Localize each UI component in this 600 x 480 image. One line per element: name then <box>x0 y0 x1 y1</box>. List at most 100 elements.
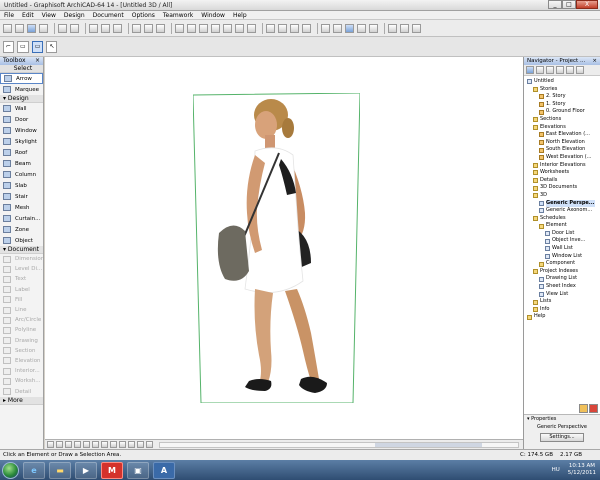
go-menu-icon[interactable] <box>388 23 397 33</box>
tree-item-stories[interactable]: Stories <box>524 86 600 94</box>
pencil-icon[interactable] <box>132 23 141 33</box>
layers-icon[interactable] <box>175 23 184 33</box>
view-options-icon[interactable] <box>146 441 153 448</box>
minimize-button[interactable]: _ <box>548 0 562 9</box>
tree-item-0-ground-floor[interactable]: 0. Ground Floor <box>524 108 600 116</box>
tree-item-1-story[interactable]: 1. Story <box>524 101 600 109</box>
tool-section[interactable]: Section <box>0 346 43 356</box>
m-app-icon[interactable]: M <box>101 461 123 479</box>
lock-icon[interactable] <box>278 23 287 33</box>
tree-item-window-list[interactable]: Window List <box>524 253 600 261</box>
tool-roof[interactable]: Roof <box>0 147 43 158</box>
tree-item-view-list[interactable]: View List <box>524 291 600 299</box>
tool-interior[interactable]: Interior... <box>0 366 43 376</box>
tool-mesh[interactable]: Mesh <box>0 202 43 213</box>
zoom-in-icon[interactable] <box>47 441 54 448</box>
tool-marquee[interactable]: Marquee <box>0 84 43 95</box>
explore-icon[interactable] <box>110 441 117 448</box>
palette-menu-icon[interactable] <box>576 66 584 74</box>
dolly-icon[interactable] <box>137 441 144 448</box>
orbit-icon[interactable] <box>101 441 108 448</box>
tool-slab[interactable]: Slab <box>0 180 43 191</box>
suspend-groups-icon[interactable] <box>266 23 275 33</box>
tree-item-generic-axonom[interactable]: Generic Axonom... <box>524 207 600 215</box>
dimension-icon[interactable] <box>333 23 342 33</box>
grid-icon[interactable] <box>187 23 196 33</box>
tree-item-project-indexes[interactable]: Project Indexes <box>524 268 600 276</box>
horizontal-scrollbar[interactable] <box>159 441 519 448</box>
settings-button[interactable]: Settings... <box>540 433 584 442</box>
3d-navigation-icon[interactable] <box>119 441 126 448</box>
marquee-method-icon[interactable]: ▭ <box>17 40 29 53</box>
previous-zoom-icon[interactable] <box>74 441 81 448</box>
magic-wand-icon[interactable] <box>302 23 311 33</box>
pan-icon[interactable] <box>92 441 99 448</box>
new-view-icon[interactable] <box>579 404 588 413</box>
tool-skylight[interactable]: Skylight <box>0 136 43 147</box>
close-icon[interactable]: × <box>35 57 40 65</box>
document-section-header[interactable]: ▾ Document <box>0 246 43 254</box>
language-indicator[interactable]: HU <box>552 467 560 473</box>
menu-options[interactable]: Options <box>132 12 155 19</box>
tool-text[interactable]: Text <box>0 274 43 284</box>
tree-item-schedules[interactable]: Schedules <box>524 215 600 223</box>
start-button[interactable] <box>2 461 19 479</box>
floor-plan-icon[interactable] <box>357 23 366 33</box>
tree-item-untitled[interactable]: Untitled <box>524 78 600 86</box>
tree-item-object-inve[interactable]: Object Inve... <box>524 237 600 245</box>
open-folder-icon[interactable] <box>15 23 24 33</box>
menu-edit[interactable]: Edit <box>22 12 34 19</box>
view-map-icon[interactable] <box>536 66 544 74</box>
tool-object[interactable]: Object <box>0 235 43 246</box>
tree-item-lists[interactable]: Lists <box>524 298 600 306</box>
tool-level-di[interactable]: Level Di... <box>0 264 43 274</box>
tree-item-west-elevation[interactable]: West Elevation (... <box>524 154 600 162</box>
tool-beam[interactable]: Beam <box>0 158 43 169</box>
tree-item-interior-elevations[interactable]: Interior Elevations <box>524 162 600 170</box>
menu-design[interactable]: Design <box>64 12 85 19</box>
clock[interactable]: 10:13 AM 5/12/2011 <box>568 463 596 477</box>
tool-line[interactable]: Line <box>0 305 43 315</box>
new-file-icon[interactable] <box>3 23 12 33</box>
paste-icon[interactable] <box>113 23 122 33</box>
tool-label[interactable]: Label <box>0 285 43 295</box>
menu-view[interactable]: View <box>42 12 56 19</box>
delete-view-icon[interactable] <box>589 404 598 413</box>
menu-window[interactable]: Window <box>201 12 225 19</box>
perspective-figure-image[interactable] <box>193 93 360 403</box>
menu-file[interactable]: File <box>4 12 14 19</box>
more-section-header[interactable]: ▸ More <box>0 396 43 405</box>
tree-item-generic-perspe[interactable]: Generic Perspe... <box>524 199 600 208</box>
tree-item-wall-list[interactable]: Wall List <box>524 245 600 253</box>
maximize-button[interactable]: □ <box>562 0 576 9</box>
tree-item-help[interactable]: Help <box>524 313 600 321</box>
arrow-method-icon[interactable]: ▭ <box>31 40 44 53</box>
tool-arrow[interactable]: Arrow <box>0 73 43 84</box>
tree-item-north-elevation[interactable]: North Elevation <box>524 139 600 147</box>
tool-dimension[interactable]: Dimension <box>0 254 43 264</box>
tool-column[interactable]: Column <box>0 169 43 180</box>
menu-teamwork[interactable]: Teamwork <box>163 12 193 19</box>
media-player-icon[interactable]: ▶ <box>75 461 97 479</box>
tool-zone[interactable]: Zone <box>0 224 43 235</box>
internet-explorer-icon[interactable]: e <box>23 461 45 479</box>
print-icon[interactable] <box>39 23 48 33</box>
tree-item-info[interactable]: Info <box>524 306 600 314</box>
tool-wall[interactable]: Wall <box>0 103 43 114</box>
3d-view-icon[interactable] <box>345 23 354 33</box>
3d-view-canvas[interactable] <box>45 57 523 439</box>
ungroup-icon[interactable] <box>247 23 256 33</box>
properties-label[interactable]: ▾ Properties <box>524 415 600 423</box>
tool-arc-circle[interactable]: Arc/Circle <box>0 315 43 325</box>
tool-door[interactable]: Door <box>0 114 43 125</box>
tree-item-worksheets[interactable]: Worksheets <box>524 169 600 177</box>
eyedropper-icon[interactable] <box>144 23 153 33</box>
distribute-icon[interactable] <box>223 23 232 33</box>
tree-item-2-story[interactable]: 2. Story <box>524 93 600 101</box>
tree-item-sheet-index[interactable]: Sheet Index <box>524 283 600 291</box>
group-icon[interactable] <box>235 23 244 33</box>
file-explorer-icon[interactable]: ▬ <box>49 461 71 479</box>
pointer-icon[interactable]: ↖ <box>46 40 58 53</box>
project-map-icon[interactable] <box>526 66 534 74</box>
selection-method-icon[interactable]: ⌐ <box>3 40 15 53</box>
